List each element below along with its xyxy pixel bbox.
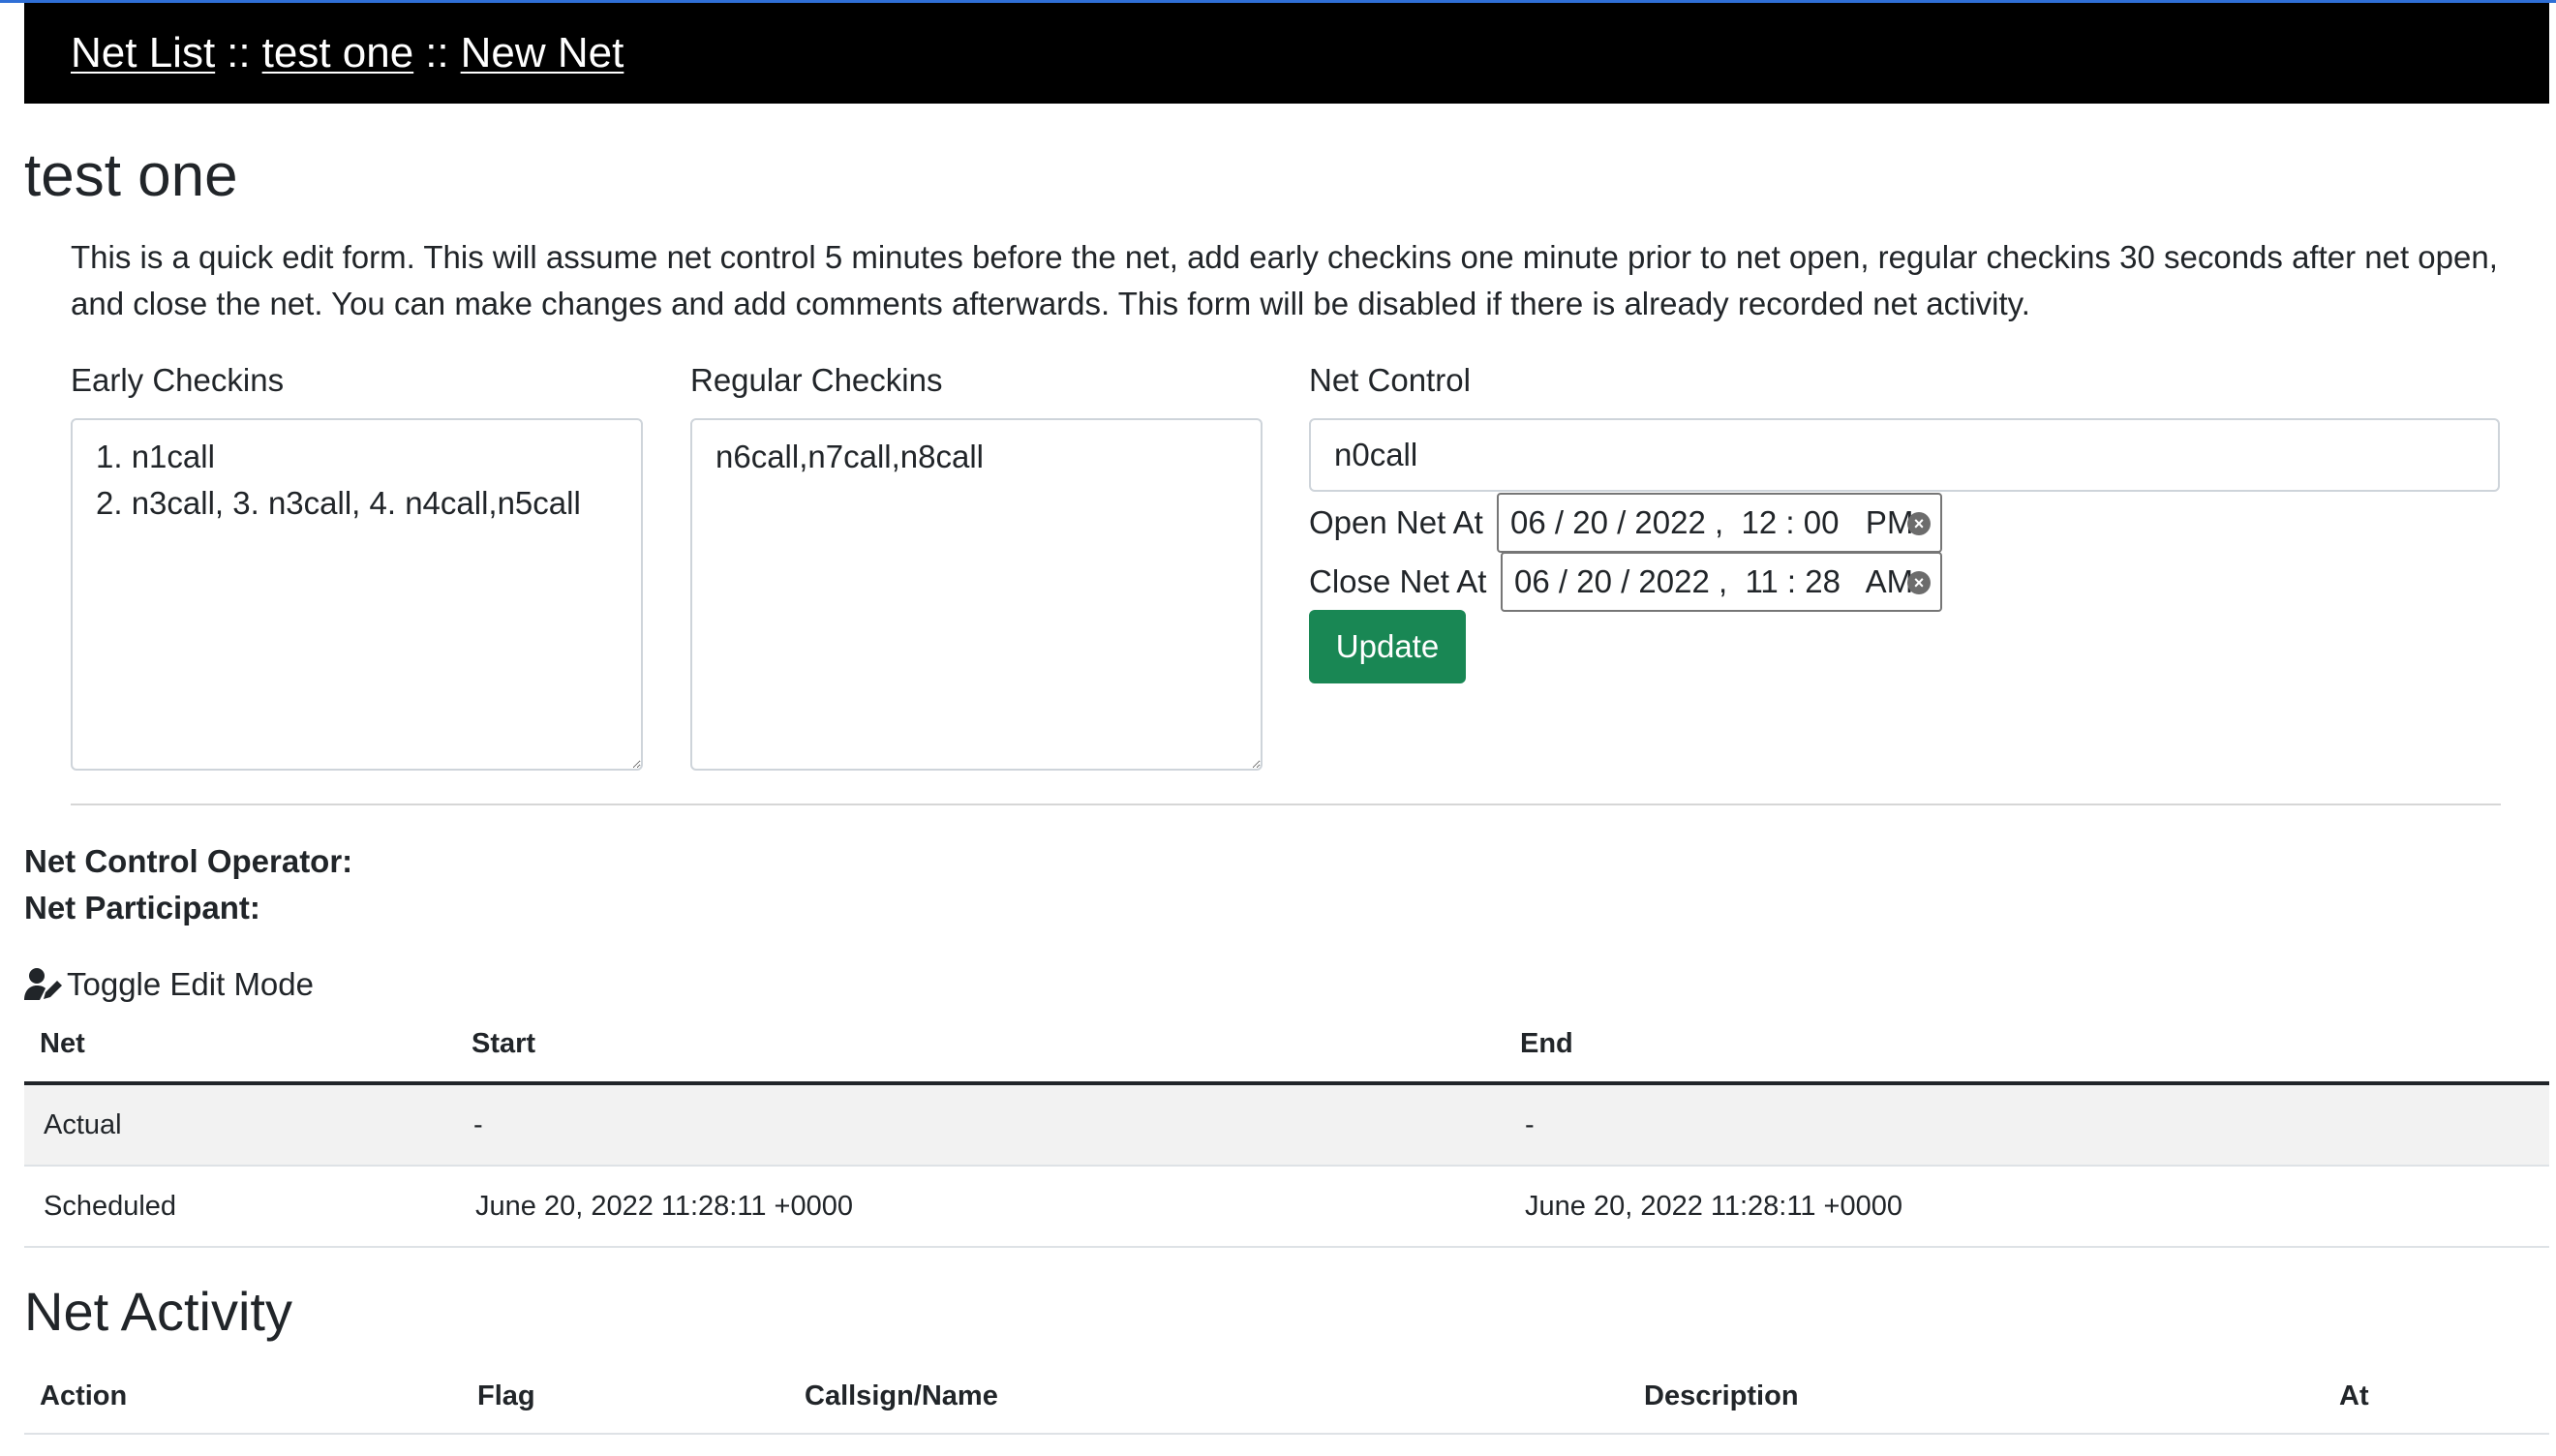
net-times-table: Net Start End Actual - - Scheduled June …: [24, 1028, 2549, 1260]
column-header-start: Start: [472, 1028, 536, 1059]
toggle-edit-mode-label: Toggle Edit Mode: [67, 966, 314, 1002]
close-net-at-value: 06 / 20 / 2022 , 11 : 28 AM: [1514, 563, 1914, 599]
net-activity-table: Action Flag Callsign/Name Description At: [24, 1380, 2549, 1439]
form-description: This is a quick edit form. This will ass…: [71, 239, 2498, 321]
clear-icon[interactable]: ×: [1907, 512, 1931, 535]
column-header-end: End: [1520, 1028, 1573, 1059]
net-activity-heading: Net Activity: [24, 1281, 292, 1342]
toggle-edit-mode-button[interactable]: Toggle Edit Mode: [24, 966, 314, 1003]
row-scheduled-net: Scheduled: [44, 1191, 177, 1222]
early-checkins-label: Early Checkins: [71, 362, 285, 398]
row-actual-start: -: [473, 1109, 483, 1140]
breadcrumb-separator: ::: [425, 29, 449, 76]
column-header-flag: Flag: [477, 1380, 535, 1411]
column-header-action: Action: [40, 1380, 128, 1411]
close-net-at-label: Close Net At: [1309, 563, 1487, 599]
table-row: Scheduled June 20, 2022 11:28:11 +0000 J…: [24, 1167, 2549, 1248]
regular-checkins-label: Regular Checkins: [690, 362, 943, 398]
net-control-operator-label: Net Control Operator:: [24, 843, 353, 879]
breadcrumb: Net List :: test one :: New Net: [24, 3, 2549, 104]
open-net-at-label: Open Net At: [1309, 504, 1483, 540]
table-header-rule: [24, 1433, 2549, 1435]
row-actual-end: -: [1525, 1109, 1535, 1140]
row-scheduled-end: June 20, 2022 11:28:11 +0000: [1525, 1191, 1902, 1222]
column-header-description: Description: [1644, 1380, 1799, 1411]
breadcrumb-new-net-link[interactable]: New Net: [461, 29, 624, 77]
open-net-at-datetime-input[interactable]: 06 / 20 / 2022 , 12 : 00 PM ×: [1497, 493, 1942, 553]
net-participant-label: Net Participant:: [24, 890, 260, 925]
clear-icon[interactable]: ×: [1907, 571, 1931, 594]
column-header-callsign: Callsign/Name: [805, 1380, 998, 1411]
row-scheduled-start: June 20, 2022 11:28:11 +0000: [475, 1191, 853, 1222]
divider: [71, 804, 2501, 805]
breadcrumb-test-one-link[interactable]: test one: [262, 29, 414, 77]
early-checkins-textarea[interactable]: 1. n1call 2. n3call, 3. n3call, 4. n4cal…: [71, 418, 643, 771]
user-edit-icon: [24, 968, 62, 1000]
net-control-input[interactable]: [1309, 418, 2500, 492]
open-net-at-value: 06 / 20 / 2022 , 12 : 00 PM: [1510, 504, 1914, 540]
update-button[interactable]: Update: [1309, 610, 1466, 683]
row-actual-net: Actual: [44, 1109, 122, 1140]
breadcrumb-separator: ::: [227, 29, 251, 76]
regular-checkins-textarea[interactable]: n6call,n7call,n8call: [690, 418, 1263, 771]
net-control-label: Net Control: [1309, 362, 1471, 398]
column-header-at: At: [2339, 1380, 2369, 1411]
column-header-net: Net: [40, 1028, 85, 1059]
page-title: test one: [24, 142, 238, 209]
close-net-at-datetime-input[interactable]: 06 / 20 / 2022 , 11 : 28 AM ×: [1501, 552, 1942, 612]
breadcrumb-net-list-link[interactable]: Net List: [71, 29, 215, 77]
table-row: Actual - -: [24, 1085, 2549, 1167]
